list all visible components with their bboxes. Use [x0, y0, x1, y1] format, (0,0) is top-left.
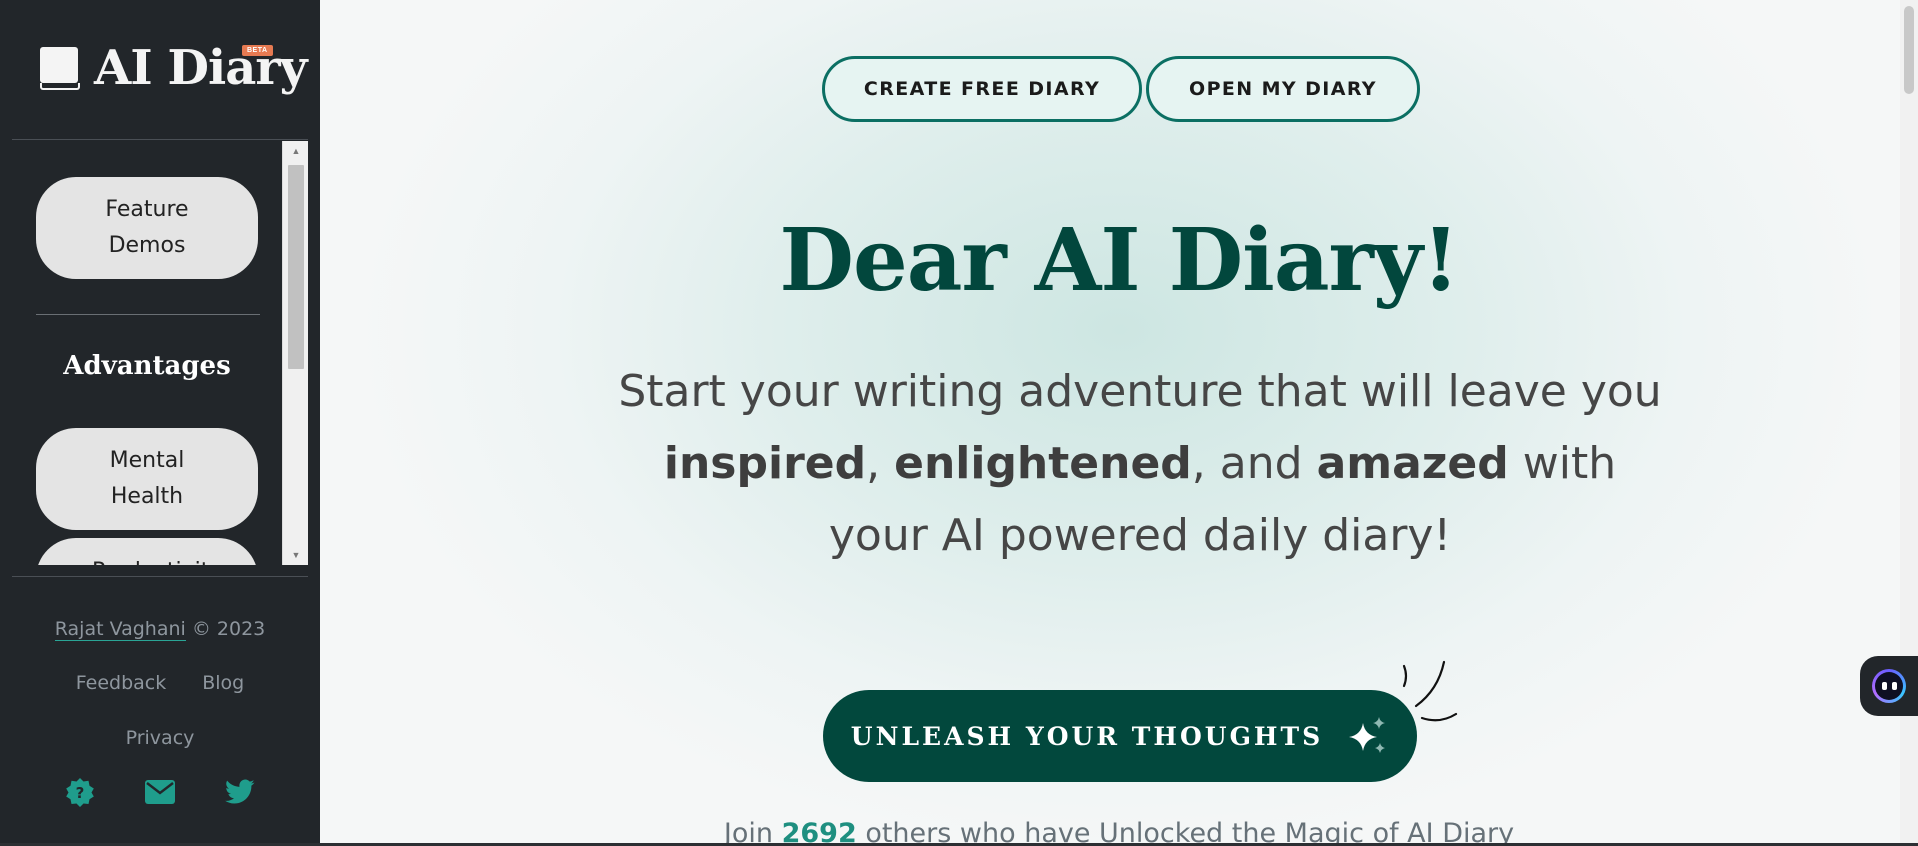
page-scrollbar[interactable] — [1900, 0, 1918, 846]
scroll-down-arrow-icon[interactable]: ▼ — [283, 545, 309, 565]
hero-word-amazed: amazed — [1316, 438, 1509, 489]
social-icons: ? — [0, 776, 320, 808]
author-link[interactable]: Rajat Vaghani — [54, 618, 186, 641]
hero-sub-start: Start your writing adventure that will l… — [618, 366, 1662, 417]
join-suffix: others who have Unlocked the Magic of AI… — [865, 818, 1515, 846]
beta-badge: BETA — [242, 45, 273, 56]
footer-copyright: Rajat Vaghani © 2023 — [0, 618, 320, 641]
twitter-icon[interactable] — [224, 776, 256, 808]
privacy-link[interactable]: Privacy — [126, 727, 195, 749]
nav-feature-demos-label: Feature Demos — [105, 197, 189, 258]
footer-links: Feedback Blog — [0, 672, 320, 694]
advantages-heading: Advantages — [63, 351, 231, 381]
cta-label: UNLEASH YOUR THOUGHTS — [850, 721, 1324, 751]
svg-text:?: ? — [76, 784, 85, 802]
hero-word-enlightened: enlightened — [894, 438, 1192, 489]
nav-mental-health-label: Mental Health — [109, 448, 185, 509]
hero-subtitle: Start your writing adventure that will l… — [610, 356, 1670, 572]
sidebar: AI Diary BETA Feature Demos Advantages M… — [0, 0, 320, 846]
book-icon — [40, 45, 80, 91]
hero-title: Dear AI Diary! — [779, 210, 1459, 311]
footer-privacy: Privacy — [0, 727, 320, 749]
feedback-link[interactable]: Feedback — [76, 672, 166, 694]
join-prefix: Join — [723, 818, 773, 846]
scroll-up-arrow-icon[interactable]: ▲ — [283, 141, 309, 161]
hero-word-inspired: inspired — [663, 438, 867, 489]
nav-mental-health[interactable]: Mental Health — [36, 428, 258, 530]
join-counter: Join 2692 others who have Unlocked the M… — [320, 818, 1918, 846]
blog-link[interactable]: Blog — [202, 672, 244, 694]
join-count: 2692 — [781, 818, 857, 846]
mail-icon[interactable] — [144, 776, 176, 808]
hero-and: , and — [1191, 438, 1303, 489]
hero-comma: , — [866, 438, 881, 489]
create-free-diary-button[interactable]: CREATE FREE DIARY — [822, 56, 1142, 122]
scrollbar-thumb[interactable] — [288, 165, 304, 369]
help-badge-icon[interactable]: ? — [64, 776, 96, 808]
sidebar-scrollbar[interactable]: ▲ ▼ — [282, 141, 308, 565]
unleash-thoughts-button[interactable]: UNLEASH YOUR THOUGHTS — [823, 690, 1417, 782]
nav-productivity-label: Productivity — [92, 554, 222, 565]
main-content: CREATE FREE DIARY OPEN MY DIARY Dear AI … — [320, 0, 1918, 846]
sidebar-divider — [12, 139, 308, 140]
page-scrollbar-thumb[interactable] — [1904, 6, 1914, 94]
sidebar-footer-divider — [12, 576, 308, 577]
open-my-diary-button[interactable]: OPEN MY DIARY — [1146, 56, 1420, 122]
copyright-text: © 2023 — [191, 618, 266, 640]
brand-title: AI Diary — [94, 40, 308, 96]
chatbot-face-icon — [1872, 669, 1906, 703]
nav-feature-demos[interactable]: Feature Demos — [36, 177, 258, 279]
sparkle-doodle-icon — [1402, 660, 1458, 722]
nav-productivity[interactable]: Productivity — [36, 538, 258, 565]
nav-separator — [36, 314, 260, 315]
sidebar-nav: Feature Demos Advantages Mental Health P… — [12, 141, 308, 565]
chat-widget-button[interactable] — [1860, 656, 1918, 716]
sparkles-icon — [1349, 717, 1386, 753]
